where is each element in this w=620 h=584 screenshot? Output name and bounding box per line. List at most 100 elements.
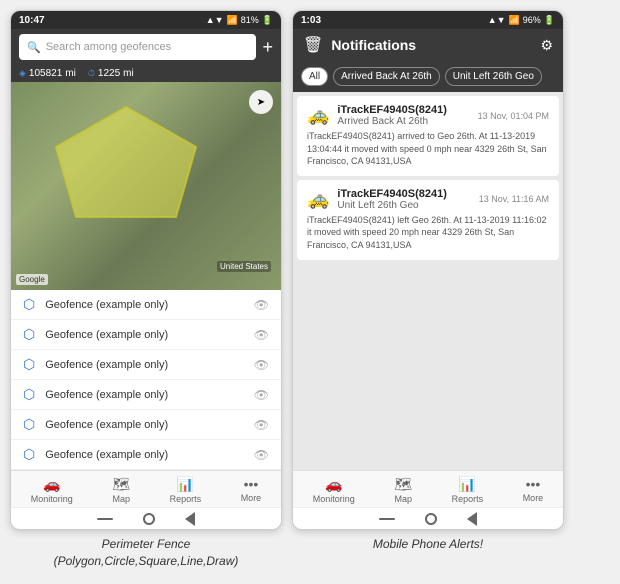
geofence-label: Geofence (example only)	[45, 449, 244, 461]
right-nav-map[interactable]: 🗺 Map	[394, 476, 412, 504]
compass-button[interactable]: ➤	[249, 90, 273, 114]
notif-item-header: 🚕 iTrackEF4940S(8241) Arrived Back At 26…	[307, 104, 549, 127]
search-input[interactable]: 🔍 Search among geofences	[19, 34, 256, 60]
list-item[interactable]: ⬡ Geofence (example only) 👁	[11, 440, 281, 470]
right-monitoring-icon: 🚗	[325, 476, 342, 493]
android-menu-button[interactable]	[97, 518, 113, 520]
right-nav-more-label: More	[523, 493, 544, 503]
geofence-icon: ⬡	[23, 326, 35, 343]
android-navigation-bar	[11, 507, 281, 529]
nav-monitoring-label: Monitoring	[31, 494, 73, 504]
left-search-bar: 🔍 Search among geofences +	[11, 29, 281, 65]
visibility-icon[interactable]: 👁	[254, 448, 269, 462]
right-reports-icon: 📊	[459, 476, 476, 493]
nav-map-label: Map	[112, 494, 130, 504]
visibility-icon[interactable]: 👁	[254, 298, 269, 312]
android-home-button[interactable]	[143, 513, 155, 525]
nav-map[interactable]: 🗺 Map	[112, 476, 130, 504]
list-item[interactable]: ⬡ Geofence (example only) 👁	[11, 290, 281, 320]
geofence-label: Geofence (example only)	[45, 359, 244, 371]
geofence-icon: ⬡	[23, 416, 35, 433]
right-nav-map-label: Map	[394, 494, 412, 504]
left-caption: Perimeter Fence(Polygon,Circle,Square,Li…	[54, 536, 239, 570]
battery-icon: 🔋	[262, 15, 273, 26]
right-nav-monitoring-label: Monitoring	[313, 494, 355, 504]
right-android-menu-button[interactable]	[379, 518, 395, 520]
device-name: iTrackEF4940S(8241)	[337, 188, 470, 200]
geofence-label: Geofence (example only)	[45, 389, 244, 401]
right-status-bar: 1:03 ▲▼ 📶 96% 🔋	[293, 11, 563, 29]
right-more-icon: •••	[526, 476, 541, 492]
notifications-header: 🗑 Notifications ⚙	[293, 29, 563, 61]
battery-level: 81%	[241, 15, 259, 25]
odometer-stat: ◈ 105821 mi	[19, 68, 76, 79]
map-region-label: United States	[217, 261, 271, 272]
list-item[interactable]: ⬡ Geofence (example only) 👁	[11, 320, 281, 350]
right-nav-reports-label: Reports	[452, 494, 484, 504]
search-placeholder: Search among geofences	[46, 41, 171, 53]
right-nav-more[interactable]: ••• More	[523, 476, 544, 504]
filter-bar: All Arrived Back At 26th Unit Left 26th …	[293, 61, 563, 92]
more-icon: •••	[244, 476, 259, 492]
nav-reports-label: Reports	[170, 494, 202, 504]
odometer-unit: mi	[65, 68, 76, 79]
filter-arrived-button[interactable]: Arrived Back At 26th	[333, 67, 440, 86]
right-android-navigation-bar	[293, 507, 563, 529]
geofence-icon: ⬡	[23, 356, 35, 373]
nav-more-label: More	[241, 493, 262, 503]
visibility-icon[interactable]: 👁	[254, 358, 269, 372]
right-status-icons: ▲▼ 📶 96% 🔋	[488, 15, 555, 26]
notification-item[interactable]: 🚕 iTrackEF4940S(8241) Unit Left 26th Geo…	[297, 180, 559, 260]
visibility-icon[interactable]: 👁	[254, 388, 269, 402]
notification-item[interactable]: 🚕 iTrackEF4940S(8241) Arrived Back At 26…	[297, 96, 559, 176]
list-item[interactable]: ⬡ Geofence (example only) 👁	[11, 350, 281, 380]
notif-meta: iTrackEF4940S(8241) Arrived Back At 26th	[337, 104, 469, 127]
right-nav-reports[interactable]: 📊 Reports	[452, 476, 484, 504]
notif-meta: iTrackEF4940S(8241) Unit Left 26th Geo	[337, 188, 470, 211]
left-phone: 10:47 ▲▼ 📶 81% 🔋 🔍 Search among geofence…	[10, 10, 282, 530]
settings-gear-icon[interactable]: ⚙	[540, 37, 553, 54]
list-item[interactable]: ⬡ Geofence (example only) 👁	[11, 410, 281, 440]
notifications-title: Notifications	[331, 37, 532, 53]
notification-time: 13 Nov, 11:16 AM	[479, 194, 549, 204]
bottom-navigation: 🚗 Monitoring 🗺 Map 📊 Reports ••• More	[11, 470, 281, 507]
timer-unit: mi	[123, 68, 134, 79]
odometer-icon: ◈	[19, 68, 26, 79]
notification-description: iTrackEF4940S(8241) arrived to Geo 26th.…	[307, 130, 549, 168]
add-geofence-button[interactable]: +	[262, 37, 273, 58]
google-attribution: Google	[16, 274, 48, 285]
timer-value: 1225	[98, 68, 120, 79]
odometer-value: 105821	[29, 68, 62, 79]
filter-all-button[interactable]: All	[301, 67, 328, 86]
trash-icon[interactable]: 🗑	[303, 35, 323, 55]
monitoring-icon: 🚗	[43, 476, 60, 493]
visibility-icon[interactable]: 👁	[254, 328, 269, 342]
right-phone: 1:03 ▲▼ 📶 96% 🔋 🗑 Notifications ⚙ All Ar…	[292, 10, 564, 530]
visibility-icon[interactable]: 👁	[254, 418, 269, 432]
filter-left-button[interactable]: Unit Left 26th Geo	[445, 67, 542, 86]
right-nav-monitoring[interactable]: 🚗 Monitoring	[313, 476, 355, 504]
nav-monitoring[interactable]: 🚗 Monitoring	[31, 476, 73, 504]
nav-reports[interactable]: 📊 Reports	[170, 476, 202, 504]
right-caption: Mobile Phone Alerts!	[373, 536, 483, 553]
stats-bar: ◈ 105821 mi ⏱ 1225 mi	[11, 65, 281, 82]
left-time: 10:47	[19, 15, 45, 26]
timer-icon: ⏱	[88, 68, 95, 79]
right-battery-icon: 🔋	[544, 15, 555, 26]
event-type: Unit Left 26th Geo	[337, 200, 470, 211]
geofence-list: ⬡ Geofence (example only) 👁 ⬡ Geofence (…	[11, 290, 281, 470]
list-item[interactable]: ⬡ Geofence (example only) 👁	[11, 380, 281, 410]
geofence-label: Geofence (example only)	[45, 299, 244, 311]
device-name: iTrackEF4940S(8241)	[337, 104, 469, 116]
android-back-button[interactable]	[185, 512, 195, 526]
map-area[interactable]: ➤ United States Google	[11, 82, 281, 290]
right-time: 1:03	[301, 15, 321, 26]
right-battery-level: 96%	[523, 15, 541, 25]
right-android-back-button[interactable]	[467, 512, 477, 526]
notification-list: 🚕 iTrackEF4940S(8241) Arrived Back At 26…	[293, 92, 563, 470]
geofence-icon: ⬡	[23, 446, 35, 463]
nav-more[interactable]: ••• More	[241, 476, 262, 504]
right-android-home-button[interactable]	[425, 513, 437, 525]
geofence-label: Geofence (example only)	[45, 419, 244, 431]
left-status-bar: 10:47 ▲▼ 📶 81% 🔋	[11, 11, 281, 29]
